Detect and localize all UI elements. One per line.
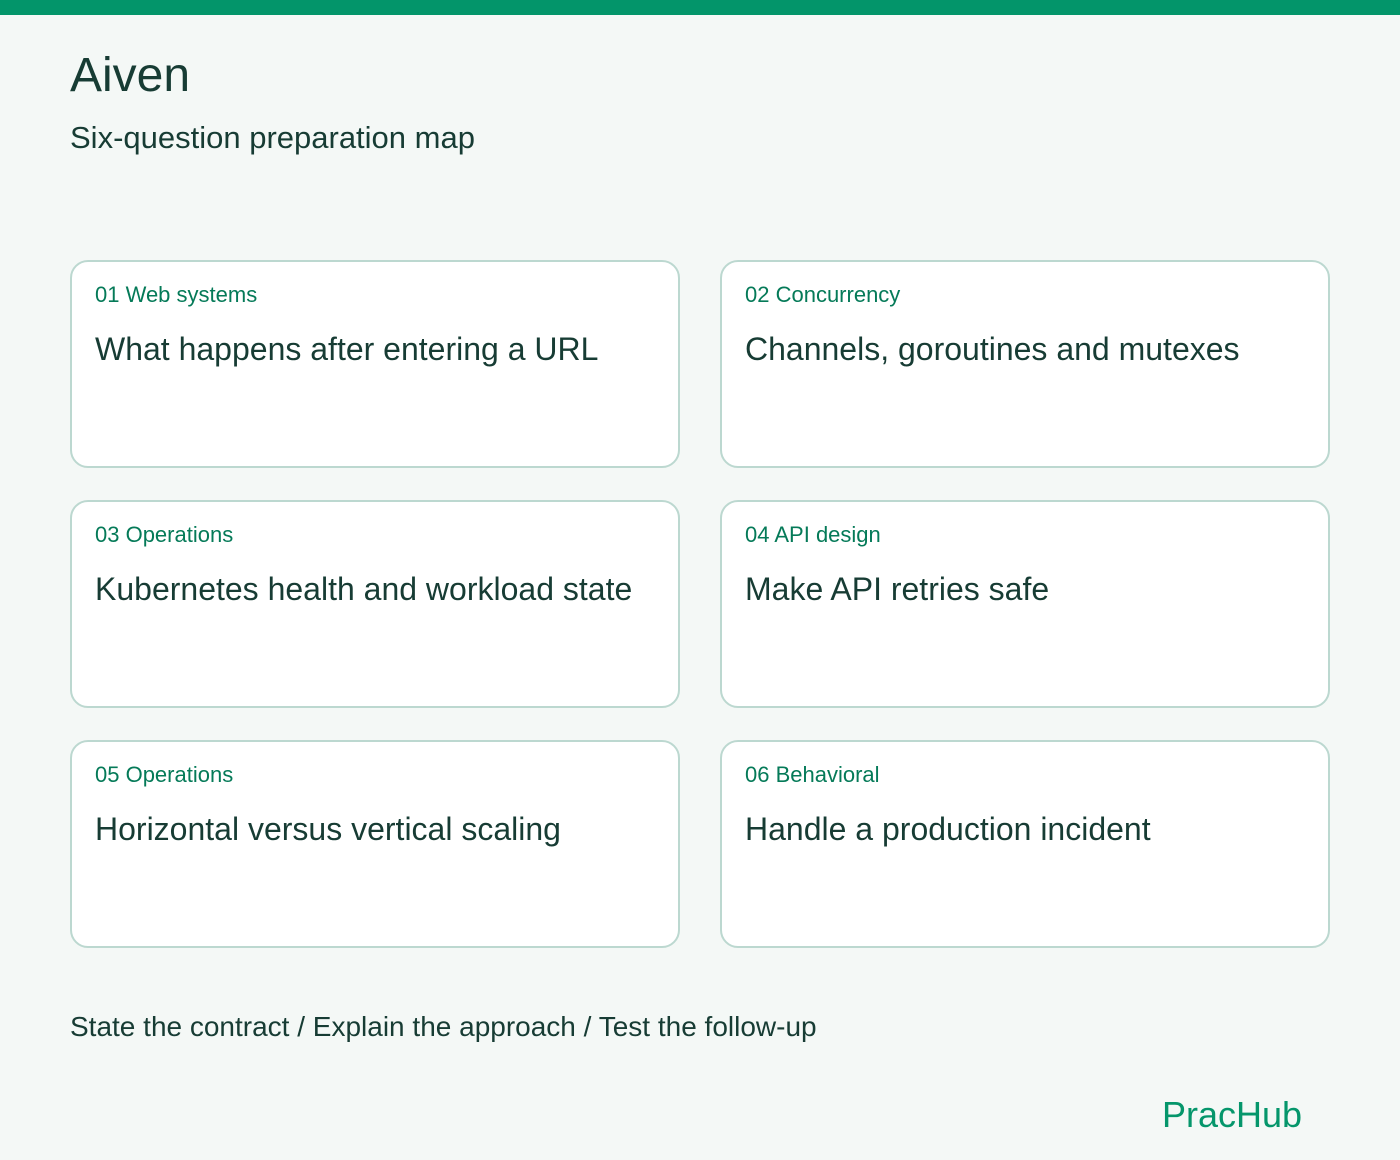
question-card-01[interactable]: 01 Web systems What happens after enteri… [70,260,680,468]
card-tag: 05 Operations [95,762,234,787]
card-title: Channels, goroutines and mutexes [745,331,1240,367]
page-title: Aiven [70,49,191,102]
page-subtitle: Six-question preparation map [70,120,475,155]
question-card-grid: 01 Web systems What happens after enteri… [70,260,1330,948]
card-tag: 02 Concurrency [745,282,901,307]
card-tag: 04 API design [745,522,881,547]
footer-steps: State the contract / Explain the approac… [70,1011,817,1042]
question-card-06[interactable]: 06 Behavioral Handle a production incide… [720,740,1330,948]
question-card-03[interactable]: 03 Operations Kubernetes health and work… [70,500,680,708]
card-title: Kubernetes health and workload state [95,571,633,607]
card-title: Make API retries safe [745,571,1050,607]
card-tag: 01 Web systems [95,282,258,307]
question-card-02[interactable]: 02 Concurrency Channels, goroutines and … [720,260,1330,468]
question-card-04[interactable]: 04 API design Make API retries safe [720,500,1330,708]
card-tag: 06 Behavioral [745,762,880,787]
card-title: Handle a production incident [745,811,1151,847]
question-card-05[interactable]: 05 Operations Horizontal versus vertical… [70,740,680,948]
card-tag: 03 Operations [95,522,234,547]
card-title: Horizontal versus vertical scaling [95,811,561,847]
card-title: What happens after entering a URL [95,331,599,367]
brand-logo: PracHub [1161,1094,1302,1135]
top-accent-bar [0,0,1400,15]
